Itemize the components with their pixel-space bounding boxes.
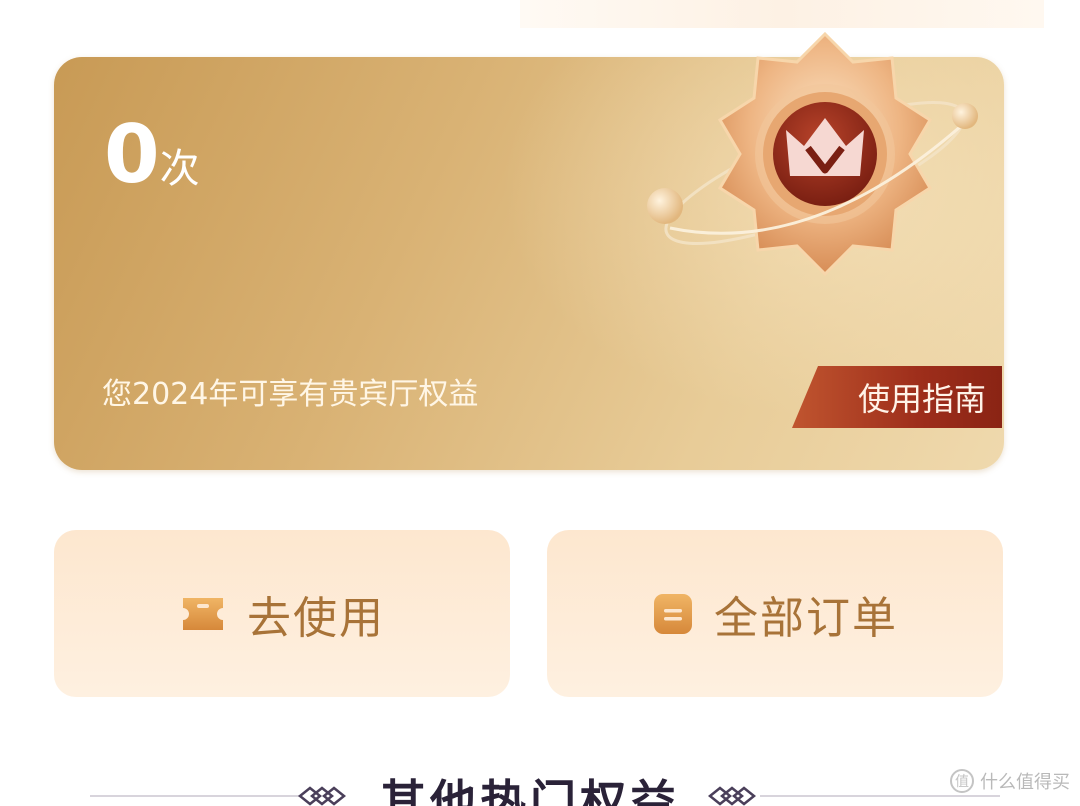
count-unit: 次: [159, 146, 200, 192]
go-use-button[interactable]: 去使用: [54, 530, 510, 697]
go-use-label: 去使用: [247, 592, 385, 644]
benefit-description: 您2024年可享有贵宾厅权益: [102, 377, 479, 412]
count-number: 0: [104, 108, 160, 201]
watermark: 值 什么值得买: [950, 768, 1070, 794]
page: 0 次 您2024年可享有贵宾厅权益 使用指南 去使用 全部订单 其他热门权益 …: [0, 0, 1080, 806]
usage-guide-button[interactable]: 使用指南: [792, 366, 1002, 428]
all-orders-label: 全部订单: [714, 592, 898, 644]
order-list-icon: [652, 592, 694, 636]
hot-benefits-section: 其他热门权益: [0, 760, 1080, 806]
all-orders-button[interactable]: 全部订单: [547, 530, 1003, 697]
section-title: 其他热门权益: [380, 775, 680, 806]
watermark-text: 什么值得买: [980, 772, 1070, 793]
watermark-logo-icon: 值: [950, 769, 974, 793]
top-banner-strip: [520, 0, 1044, 28]
ticket-icon: [179, 594, 227, 634]
usage-guide-label: 使用指南: [857, 380, 986, 418]
remaining-count: 0 次: [104, 115, 200, 195]
vip-crown-badge-icon: [647, 31, 978, 277]
